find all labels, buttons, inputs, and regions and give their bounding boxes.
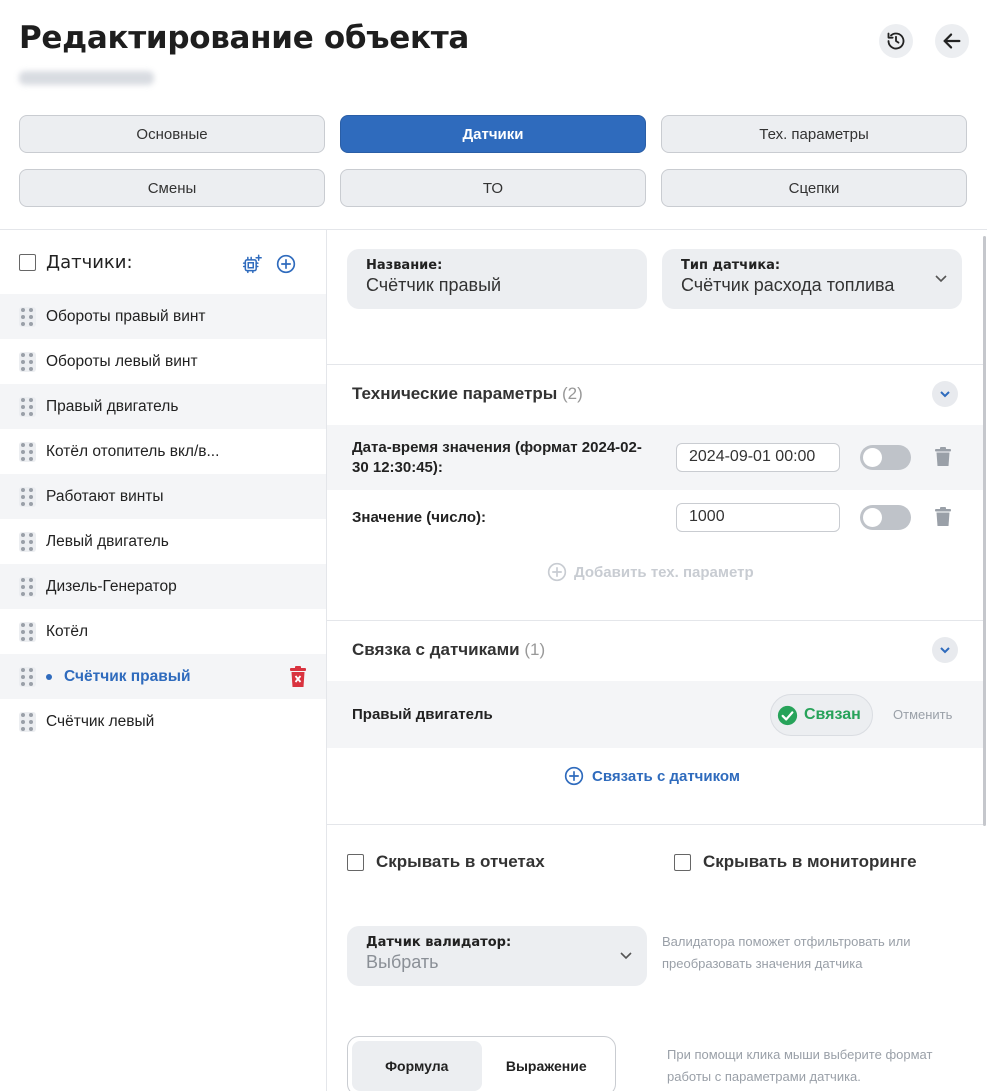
hide-in-monitoring-checkbox[interactable] — [674, 853, 691, 871]
sensor-name: Котёл — [46, 622, 89, 640]
trash-icon[interactable] — [935, 447, 951, 466]
plus-circle-icon — [564, 766, 584, 786]
add-tech-param-button[interactable]: Добавить тех. параметр — [547, 562, 754, 582]
page-title: Редактирование объекта — [19, 20, 469, 56]
trash-icon[interactable] — [935, 507, 951, 526]
hide-in-reports[interactable]: Скрывать в отчетах — [347, 852, 545, 872]
sensor-name: Счётчик правый — [64, 667, 191, 685]
drag-handle-icon[interactable] — [19, 441, 36, 462]
drag-handle-icon[interactable] — [19, 576, 36, 597]
param-value-input[interactable]: 2024-09-01 00:00 — [676, 443, 840, 472]
list-item[interactable]: Левый двигатель — [0, 519, 326, 564]
back-button[interactable] — [935, 24, 969, 58]
list-item[interactable]: Работают винты — [0, 474, 326, 519]
sensor-name: Обороты правый винт — [46, 307, 206, 325]
name-label: Название: — [366, 258, 443, 273]
list-item[interactable]: Обороты правый винт — [0, 294, 326, 339]
expression-button[interactable]: Выражение — [482, 1041, 612, 1091]
list-item[interactable]: Котёл отопитель вкл/в... — [0, 429, 326, 474]
tab-shifts[interactable]: Смены — [19, 169, 325, 207]
active-dot — [46, 673, 52, 680]
chevron-down-icon — [620, 952, 632, 960]
scrollbar[interactable] — [983, 236, 986, 826]
name-value: Счётчик правый — [366, 275, 502, 295]
cancel-link[interactable]: Отменить — [893, 707, 952, 722]
list-item[interactable]: Правый двигатель — [0, 384, 326, 429]
history-icon — [887, 32, 905, 50]
linked-status-badge: Связан — [770, 694, 873, 736]
list-item[interactable]: Дизель-Генератор — [0, 564, 326, 609]
check-circle-icon — [777, 705, 798, 725]
sensor-name: Котёл отопитель вкл/в... — [46, 442, 220, 460]
param-label: Дата-время значения (формат 2024-02- 30 … — [352, 439, 642, 476]
arrow-left-icon — [943, 33, 961, 49]
collapse-tech-params-button[interactable] — [932, 381, 958, 407]
sensor-name: Обороты левый винт — [46, 352, 198, 370]
mode-switch: Формула Выражение — [347, 1036, 616, 1091]
sensor-name: Работают винты — [46, 487, 164, 505]
validator-hint: Валидатора поможет отфильтровать или пре… — [662, 934, 911, 971]
list-item[interactable]: Обороты левый винт — [0, 339, 326, 384]
tab-maintenance[interactable]: ТО — [340, 169, 646, 207]
divider — [0, 229, 987, 230]
drag-handle-icon[interactable] — [19, 711, 36, 732]
sensor-name: Правый двигатель — [46, 397, 179, 415]
tab-basic[interactable]: Основные — [19, 115, 325, 153]
divider — [327, 364, 983, 365]
validator-label: Датчик валидатор: — [366, 935, 512, 950]
hide-in-monitoring[interactable]: Скрывать в мониторинге — [674, 852, 917, 872]
plus-circle-icon — [547, 562, 567, 582]
param-toggle[interactable] — [860, 505, 911, 530]
drag-handle-icon[interactable] — [19, 531, 36, 552]
trash-icon[interactable] — [289, 666, 307, 688]
validator-select[interactable]: Датчик валидатор: Выбрать — [347, 926, 647, 986]
sensor-name: Счётчик левый — [46, 712, 155, 730]
select-all-checkbox[interactable] — [19, 254, 36, 271]
chevron-down-icon — [940, 647, 950, 654]
formula-button[interactable]: Формула — [352, 1041, 482, 1091]
collapse-links-button[interactable] — [932, 637, 958, 663]
links-title: Связка с датчиками (1) — [352, 640, 546, 659]
drag-handle-icon[interactable] — [19, 396, 36, 417]
object-subtitle-blurred — [19, 71, 154, 85]
tech-params-title: Технические параметры (2) — [352, 384, 583, 403]
list-item[interactable]: Котёл — [0, 609, 326, 654]
drag-handle-icon[interactable] — [19, 486, 36, 507]
drag-handle-icon[interactable] — [19, 351, 36, 372]
param-label: Значение (число): — [352, 509, 487, 526]
tab-sensors[interactable]: Датчики — [340, 115, 646, 153]
sensor-name: Левый двигатель — [46, 532, 169, 550]
type-label: Тип датчика: — [681, 258, 781, 273]
param-toggle[interactable] — [860, 445, 911, 470]
param-value-input[interactable]: 1000 — [676, 503, 840, 532]
chevron-down-icon — [940, 391, 950, 398]
sensor-type-select[interactable]: Тип датчика: Счётчик расхода топлива — [662, 249, 962, 309]
drag-handle-icon[interactable] — [19, 666, 36, 687]
drag-handle-icon[interactable] — [19, 621, 36, 642]
mode-hint: При помощи клика мыши выберите формат ра… — [667, 1047, 933, 1084]
hide-in-reports-checkbox[interactable] — [347, 853, 364, 871]
sensor-list: Обороты правый винт Обороты левый винт П… — [0, 294, 326, 744]
sensors-title: Датчики: — [46, 252, 133, 273]
tab-tech-params[interactable]: Тех. параметры — [661, 115, 967, 153]
divider — [327, 620, 983, 621]
drag-handle-icon[interactable] — [19, 306, 36, 327]
validator-placeholder: Выбрать — [366, 952, 439, 972]
name-field[interactable]: Название: Счётчик правый — [347, 249, 647, 309]
link-sensor-button[interactable]: Связать с датчиком — [564, 766, 740, 786]
list-item-active[interactable]: Счётчик правый — [0, 654, 326, 699]
tab-couplings[interactable]: Сцепки — [661, 169, 967, 207]
copy-sensor-icon[interactable] — [242, 254, 262, 274]
sensors-header: Датчики: — [19, 252, 133, 273]
divider — [327, 824, 983, 825]
add-sensor-icon[interactable] — [276, 254, 296, 274]
sensor-name: Дизель-Генератор — [46, 577, 177, 595]
type-value: Счётчик расхода топлива — [681, 275, 895, 295]
divider — [326, 230, 327, 1091]
chevron-down-icon — [935, 275, 947, 283]
history-button[interactable] — [879, 24, 913, 58]
linked-sensor-name: Правый двигатель — [352, 706, 493, 723]
list-item[interactable]: Счётчик левый — [0, 699, 326, 744]
